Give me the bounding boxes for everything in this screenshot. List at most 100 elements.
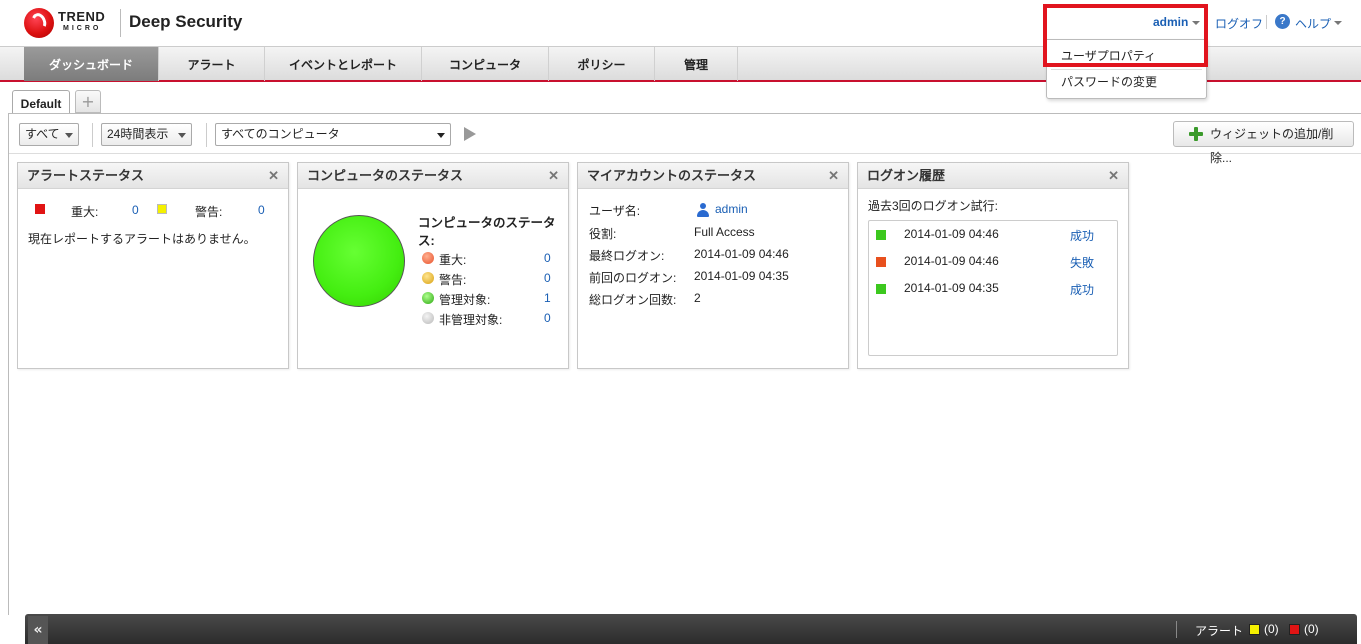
unmanaged-label: 非管理対象: <box>439 313 503 327</box>
no-alerts-message: 現在レポートするアラートはありません。 <box>28 232 256 246</box>
collapse-double-chevron-icon[interactable]: « <box>28 616 48 644</box>
alerts-label: アラート <box>1195 624 1244 638</box>
critical-alert-count[interactable]: (0) <box>1304 622 1319 636</box>
alert-status-widget: アラートステータス ✕ 重大: 0 警告: 0 現在レポートするアラートはありま… <box>17 162 289 369</box>
status-bar: « アラート (0) (0) <box>25 614 1357 644</box>
nav-tab-alerts[interactable]: アラート <box>159 47 265 81</box>
highlight-box <box>1043 4 1208 67</box>
widget-title-text: マイアカウントのステータス <box>587 168 757 183</box>
warning-label: 警告: <box>439 273 467 287</box>
critical-count-link[interactable]: 0 <box>132 203 139 217</box>
logoff-link[interactable]: ログオフ <box>1215 15 1263 32</box>
logo-divider <box>120 9 121 37</box>
widget-title[interactable]: ログオン履歴 ✕ <box>858 163 1128 189</box>
header-divider <box>1266 15 1267 29</box>
computer-status-heading: コンピュータのステータ <box>418 216 556 230</box>
success-status-icon <box>876 230 886 240</box>
managed-count-link[interactable]: 1 <box>544 291 551 305</box>
nav-tab-dashboard[interactable]: ダッシュボード <box>24 47 159 81</box>
menu-divider <box>1051 69 1202 70</box>
username-link[interactable]: admin <box>715 202 748 216</box>
plus-icon <box>1189 127 1203 141</box>
nav-tab-events-reports[interactable]: イベントとレポート <box>265 47 422 81</box>
role-label: 役割: <box>589 227 617 241</box>
help-link[interactable]: ヘルプ <box>1295 15 1331 32</box>
filter-select-value: すべて <box>25 127 60 141</box>
warning-dot-icon <box>422 272 434 284</box>
help-chevron-down-icon[interactable] <box>1334 21 1342 25</box>
toolbar-divider <box>206 123 207 147</box>
widget-title-text: コンピュータのステータス <box>307 168 464 183</box>
add-remove-widgets-label: ウィジェットの追加/削除... <box>1210 127 1334 165</box>
chevron-down-icon <box>178 133 186 138</box>
logon-time: 2014-01-09 04:46 <box>904 254 999 268</box>
nav-tab-administration[interactable]: 管理 <box>655 47 738 81</box>
critical-square-icon <box>1289 624 1300 635</box>
last-logon-label: 最終ログオン: <box>589 249 665 263</box>
dashboard-content: すべて 24時間表示 すべてのコンピュータ ウィジェットの追加/削除... アラ… <box>8 113 1361 615</box>
time-range-select-value: 24時間表示 <box>107 127 169 141</box>
widget-title-text: ログオン履歴 <box>867 168 946 183</box>
computer-status-pie-chart[interactable] <box>313 215 405 307</box>
warning-alert-count[interactable]: (0) <box>1264 622 1279 636</box>
critical-label: 重大: <box>71 205 99 219</box>
add-dashboard-tab-plus-icon[interactable]: + <box>75 90 101 113</box>
success-status-icon <box>876 284 886 294</box>
previous-logon-label: 前回のログオン: <box>589 271 677 285</box>
critical-label: 重大: <box>439 253 467 267</box>
chevron-down-icon <box>65 133 73 138</box>
apply-arrow-icon[interactable] <box>464 127 476 141</box>
warning-label: 警告: <box>195 205 223 219</box>
failure-status-icon <box>876 257 886 267</box>
dashboard-toolbar: すべて 24時間表示 すべてのコンピュータ ウィジェットの追加/削除... <box>9 114 1361 165</box>
status-bar-divider <box>1176 621 1177 638</box>
role-value: Full Access <box>694 225 755 239</box>
user-icon <box>697 203 709 217</box>
widget-title[interactable]: マイアカウントのステータス ✕ <box>578 163 848 189</box>
help-question-icon[interactable]: ? <box>1275 14 1290 29</box>
total-logons-label: 総ログオン回数: <box>589 293 677 307</box>
chevron-down-icon <box>437 133 445 138</box>
unmanaged-count-link[interactable]: 0 <box>544 311 551 325</box>
close-icon[interactable]: ✕ <box>268 163 279 189</box>
previous-logon-value: 2014-01-09 04:35 <box>694 269 789 283</box>
filter-select[interactable]: すべて <box>19 123 79 146</box>
logon-result-link[interactable]: 成功 <box>1070 227 1094 244</box>
warning-count-link[interactable]: 0 <box>258 203 265 217</box>
computer-status-heading-cont: ス: <box>418 234 435 248</box>
logon-time: 2014-01-09 04:35 <box>904 281 999 295</box>
critical-dot-icon <box>422 252 434 264</box>
add-remove-widgets-button[interactable]: ウィジェットの追加/削除... <box>1173 121 1354 165</box>
toolbar-divider <box>92 123 93 147</box>
logon-history-subtitle: 過去3回のログオン試行: <box>868 199 999 213</box>
time-range-select[interactable]: 24時間表示 <box>101 123 192 146</box>
widget-title[interactable]: コンピュータのステータス ✕ <box>298 163 568 189</box>
critical-square-icon <box>35 204 45 214</box>
managed-dot-icon <box>422 292 434 304</box>
menu-item-change-password[interactable]: パスワードの変更 <box>1061 73 1157 90</box>
close-icon[interactable]: ✕ <box>1108 163 1119 189</box>
computers-select[interactable]: すべてのコンピュータ <box>215 123 451 146</box>
widget-title[interactable]: アラートステータス ✕ <box>18 163 288 189</box>
brand-subname: MICRO <box>63 25 102 32</box>
warning-count-link[interactable]: 0 <box>544 271 551 285</box>
warning-square-icon <box>1249 624 1260 635</box>
computer-status-widget: コンピュータのステータス ✕ コンピュータのステータ ス: 重大: 0 警告: … <box>297 162 569 369</box>
close-icon[interactable]: ✕ <box>548 163 559 189</box>
list-item: 2014-01-09 04:35 成功 <box>869 275 1117 302</box>
total-logons-value: 2 <box>694 291 701 305</box>
nav-tab-policies[interactable]: ポリシー <box>549 47 655 81</box>
logon-result-link[interactable]: 成功 <box>1070 281 1094 298</box>
managed-label: 管理対象: <box>439 293 491 307</box>
username-label: ユーザ名: <box>589 204 641 218</box>
nav-tab-computers[interactable]: コンピュータ <box>422 47 549 81</box>
critical-count-link[interactable]: 0 <box>544 251 551 265</box>
product-title: Deep Security <box>129 12 243 31</box>
computers-select-value: すべてのコンピュータ <box>221 127 340 141</box>
close-icon[interactable]: ✕ <box>828 163 839 189</box>
logon-result-link[interactable]: 失敗 <box>1070 254 1094 271</box>
logon-history-list: 2014-01-09 04:46 成功 2014-01-09 04:46 失敗 … <box>868 220 1118 356</box>
unmanaged-dot-icon <box>422 312 434 324</box>
last-logon-value: 2014-01-09 04:46 <box>694 247 789 261</box>
warning-square-icon <box>157 204 167 214</box>
